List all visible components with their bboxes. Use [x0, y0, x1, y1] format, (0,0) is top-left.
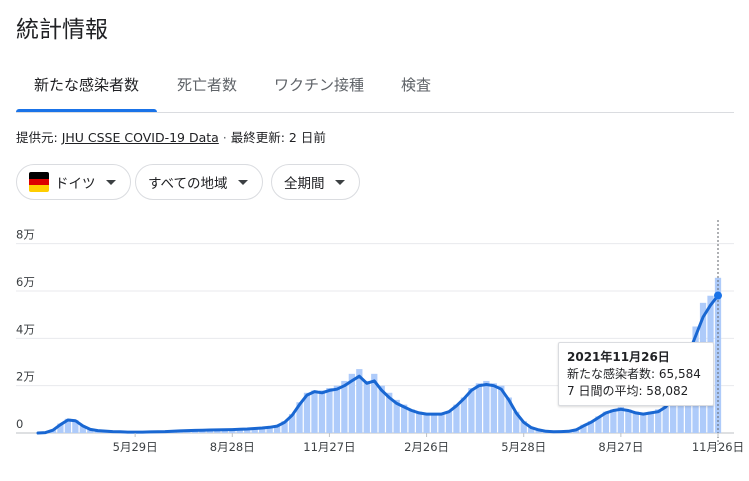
y-tick-label: 8万 [16, 228, 35, 242]
x-tick-label: 5月29日 [113, 440, 158, 454]
case-bar [625, 409, 632, 433]
case-bar [430, 414, 438, 433]
case-bar [475, 383, 483, 433]
y-tick-label: 4万 [16, 322, 35, 336]
period-select[interactable]: 全期間 [271, 164, 360, 200]
x-tick-label: 11月26日 [692, 440, 744, 454]
tooltip-date: 2021年11月26日 [567, 350, 670, 364]
tab-deaths[interactable]: 死亡者数 [177, 74, 237, 95]
last-updated: 最終更新: 2 日前 [230, 130, 326, 145]
case-bar [408, 409, 415, 433]
tooltip-average: 7 日間の平均: 58,082 [567, 384, 689, 398]
case-bar [341, 380, 348, 433]
x-tick-label: 5月28日 [501, 440, 546, 454]
tab-vaccinations[interactable]: ワクチン接種 [274, 74, 364, 95]
case-bar [333, 385, 341, 433]
tooltip-new-cases: 新たな感染者数: 65,584 [567, 367, 701, 381]
case-bar [363, 380, 370, 433]
case-bar [326, 388, 333, 433]
x-tick-label: 8月28日 [210, 440, 255, 454]
country-select-label: ドイツ [55, 176, 96, 192]
caret-down-icon [334, 179, 345, 185]
case-bar [640, 414, 647, 433]
source-separator: · [218, 130, 231, 145]
case-bar [311, 390, 318, 433]
stats-tabs: 新たな感染者数 死亡者数 ワクチン接種 検査 [16, 66, 734, 113]
case-bar [445, 411, 453, 433]
period-select-label: 全期間 [284, 176, 325, 192]
source-prefix: 提供元: [16, 130, 62, 145]
case-bar [610, 409, 617, 433]
germany-flag-icon [29, 172, 49, 192]
case-bar [647, 411, 654, 433]
region-select[interactable]: すべての地域 [135, 164, 263, 200]
chart-tooltip: 2021年11月26日 新たな感染者数: 65,584 7 日間の平均: 58,… [558, 342, 714, 406]
x-tick-label: 8月27日 [598, 440, 643, 454]
caret-down-icon [105, 179, 116, 185]
hover-point [714, 291, 722, 300]
x-tick-label: 11月27日 [303, 440, 355, 454]
y-tick-label: 0 [16, 417, 23, 431]
caret-down-icon [237, 179, 248, 185]
y-tick-label: 2万 [16, 370, 35, 384]
active-tab-indicator [16, 109, 157, 112]
case-bar [632, 411, 639, 433]
country-select[interactable]: ドイツ [16, 164, 131, 200]
x-tick-label: 2月26日 [404, 440, 449, 454]
region-select-label: すべての地域 [148, 176, 228, 192]
case-bar [483, 380, 490, 433]
case-bar [438, 414, 445, 433]
tab-tests[interactable]: 検査 [401, 74, 431, 95]
source-link[interactable]: JHU CSSE COVID-19 Data [62, 130, 219, 145]
case-bar [318, 390, 326, 433]
tab-new-cases[interactable]: 新たな感染者数 [34, 74, 139, 95]
case-bar [415, 411, 423, 433]
page-title: 統計情報 [16, 17, 108, 43]
case-bar [490, 383, 497, 433]
case-bar [423, 414, 430, 433]
source-line: 提供元: JHU CSSE COVID-19 Data · 最終更新: 2 日前 [16, 127, 326, 146]
y-tick-label: 6万 [16, 275, 35, 289]
